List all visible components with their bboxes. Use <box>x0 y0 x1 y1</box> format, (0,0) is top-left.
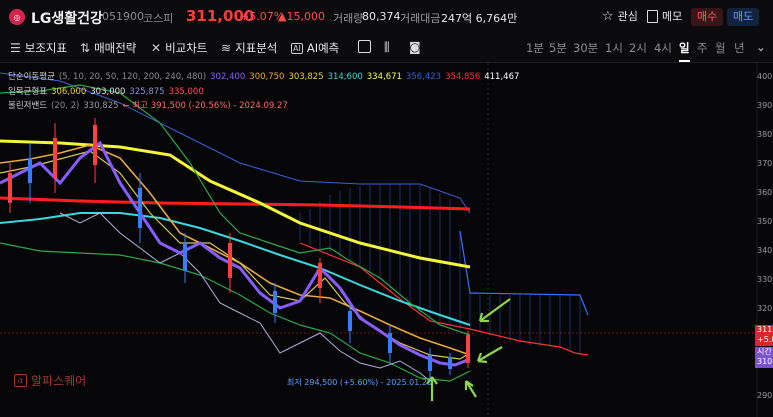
y-axis-label: 340 <box>757 246 773 255</box>
timeframe-month[interactable]: 월 <box>715 40 726 56</box>
ma-value-50: 314,600 <box>327 72 363 82</box>
amount-label: 거래대금 <box>400 12 441 25</box>
current-price-tag: 311 +5.0 <box>755 325 773 346</box>
y-axis-label: 400 <box>757 72 773 81</box>
y-axis-label: 370 <box>757 159 773 168</box>
indicator-analysis-label: 지표분석 <box>235 41 278 55</box>
price-chart[interactable] <box>0 63 773 417</box>
timeframe-week[interactable]: 주 <box>697 40 708 56</box>
market-label: 코스피 <box>143 12 174 25</box>
y-axis-label: 330 <box>757 275 773 284</box>
shuffle-icon: ✕ <box>151 41 162 55</box>
ma-legend[interactable]: 단순이동평균 (5, 10, 20, 50, 120, 200, 240, 480… <box>8 70 523 82</box>
aux-indicator-label: 보조지표 <box>24 41 68 55</box>
ma-value-5: 302,400 <box>210 72 246 82</box>
y-axis-label: 380 <box>757 130 773 139</box>
watch-label: 관심 <box>617 10 638 23</box>
company-logo: ◎ <box>9 9 25 25</box>
current-price-tag-pct: +5.0 <box>757 335 773 344</box>
timeframe-1h[interactable]: 1시 <box>605 40 623 56</box>
ai-chip-icon: AI <box>291 42 303 54</box>
timeframe-year[interactable]: 년 <box>734 40 745 56</box>
bollinger-title: 볼린저밴드 <box>8 101 48 111</box>
ma-title: 단순이동평균 <box>8 72 55 82</box>
period-low-annotation: 최저 294,500 (+5.60%) - 2025.01.20 <box>287 378 433 387</box>
y-axis-label: 360 <box>757 188 773 197</box>
current-price-tag-value: 311 <box>757 325 773 334</box>
compare-chart-button[interactable]: ✕ 비교차트 <box>151 40 207 56</box>
y-axis-label: 390 <box>757 101 773 110</box>
time-price-tag-label: 시간 <box>757 347 772 356</box>
y-axis-label: 350 <box>757 217 773 226</box>
screenshot-button[interactable]: ◙ <box>409 40 421 54</box>
strategy-label: 매매전략 <box>94 41 137 55</box>
timeframe-30m[interactable]: 30분 <box>573 40 598 56</box>
chart-toolbar: ☰ 보조지표 ⇅ 매매전략 ✕ 비교차트 ≋ 지표분석 AI AI예측 ⫼ ◙ … <box>0 34 773 63</box>
sliders-icon: ☰ <box>10 41 21 55</box>
compare-chart-label: 비교차트 <box>165 41 208 55</box>
star-icon: ☆ <box>602 8 614 24</box>
volume-value: 80,374 <box>362 10 401 23</box>
candlestick-icon: ⫼ <box>384 40 390 54</box>
change-amount: ▲15,000 <box>278 10 325 23</box>
stock-name[interactable]: LG생활건강 <box>31 8 103 28</box>
ai-predict-button[interactable]: AI AI예측 <box>291 40 339 56</box>
ichimoku-value-1: 306,000 <box>51 87 87 97</box>
camera-icon: ◙ <box>409 40 421 54</box>
time-price-tag-value: 310 <box>757 357 773 366</box>
indicator-analysis-button[interactable]: ≋ 지표분석 <box>221 40 277 56</box>
bollinger-value: 330,825 <box>83 101 119 111</box>
ma-params: (5, 10, 20, 50, 120, 200, 240, 480) <box>58 72 207 82</box>
ma-value-120: 334,671 <box>366 72 402 82</box>
ichimoku-value-4: 335,000 <box>168 87 204 97</box>
memo-button[interactable]: 메모 <box>647 8 682 24</box>
square-tool-button[interactable] <box>358 40 371 53</box>
stock-header: ◎ LG생활건강 051900 코스피 311,000 +5.07% ▲15,0… <box>0 0 773 34</box>
strategy-button[interactable]: ⇅ 매매전략 <box>80 40 136 56</box>
buy-button[interactable]: 매수 <box>691 8 724 26</box>
analysis-icon: ≋ <box>221 41 232 55</box>
ma-value-20: 303,825 <box>288 72 324 82</box>
timeframe-day[interactable]: 일 <box>679 40 690 62</box>
candle-type-button[interactable]: ⫼ <box>384 40 390 55</box>
amount-value: 247억 6,764만 <box>441 12 518 25</box>
watch-button[interactable]: ☆ 관심 <box>602 8 638 24</box>
ichimoku-title: 일목균형표 <box>8 87 48 97</box>
more-chevron-icon[interactable]: ⌄ <box>756 40 766 54</box>
aux-indicator-button[interactable]: ☰ 보조지표 <box>10 40 67 56</box>
ma-value-200: 356,423 <box>405 72 442 82</box>
ai-predict-label: AI예측 <box>306 41 340 55</box>
ichimoku-value-3: 325,875 <box>129 87 165 97</box>
bollinger-params: (20, 2) <box>51 101 80 111</box>
sell-button[interactable]: 매도 <box>727 8 760 26</box>
ma-value-240: 354,856 <box>445 72 481 82</box>
bollinger-legend[interactable]: 볼린저밴드 (20, 2) 330,825 ← 최고 391,500 (-20.56%… <box>8 99 292 111</box>
y-axis-label: 320 <box>757 304 773 313</box>
timeframe-4h[interactable]: 4시 <box>654 40 672 56</box>
timeframe-5m[interactable]: 5분 <box>549 40 567 56</box>
ichimoku-legend[interactable]: 일목균형표 306,000 303,000 325,875 335,000 <box>8 85 208 97</box>
trade-icon: ⇅ <box>80 41 91 55</box>
watermark-text: 알파스퀘어 <box>31 374 87 388</box>
memo-label: 메모 <box>662 10 683 23</box>
square-icon <box>358 40 371 53</box>
volume-label: 거래량 <box>333 12 364 25</box>
stock-code: 051900 <box>102 10 144 23</box>
timeframe-2h[interactable]: 2시 <box>629 40 647 56</box>
memo-icon <box>647 9 658 23</box>
y-axis-label: 290 <box>757 391 773 400</box>
time-price-tag: 시간 310 <box>755 347 773 368</box>
ma-value-10: 300,750 <box>249 72 285 82</box>
ichimoku-value-2: 303,000 <box>90 87 126 97</box>
period-high-annotation: ← 최고 391,500 (-20.56%) - 2024.09.27 <box>122 101 288 111</box>
timeframe-1m[interactable]: 1분 <box>526 40 544 56</box>
watermark: α 알파스퀘어 <box>14 372 86 389</box>
alphasquare-logo-icon: α <box>14 374 27 387</box>
ma-value-480: 411,467 <box>484 72 520 82</box>
